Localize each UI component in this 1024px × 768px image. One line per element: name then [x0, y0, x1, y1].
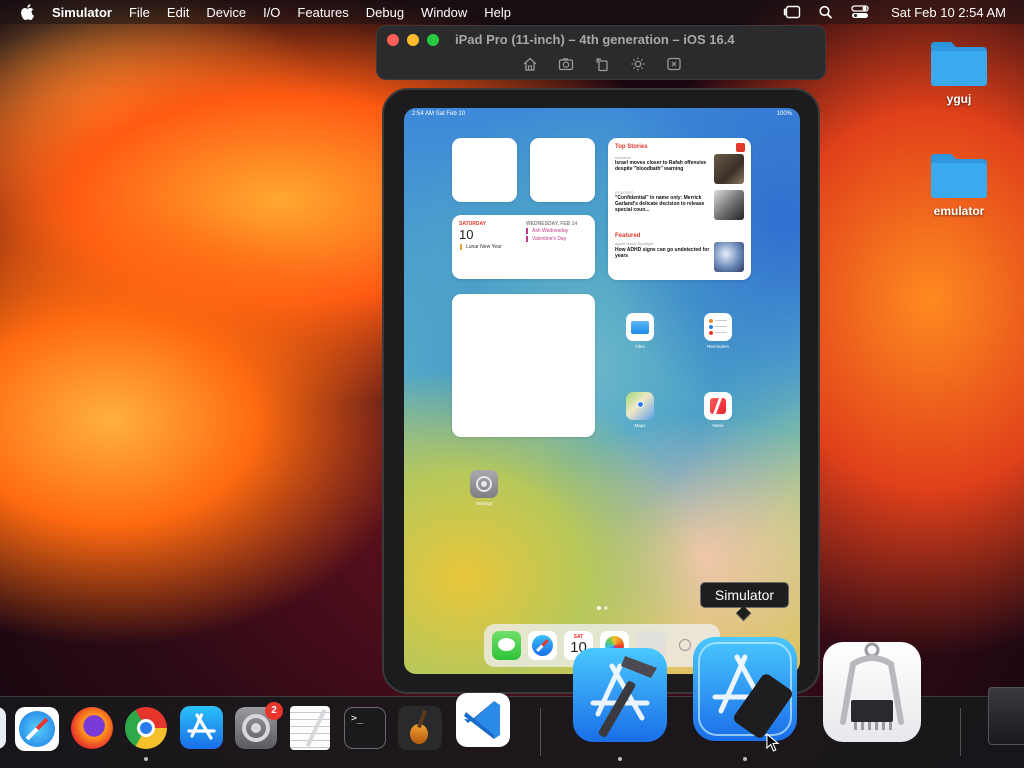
stage-manager-icon[interactable]	[783, 5, 801, 19]
system-information-icon[interactable]	[823, 642, 921, 742]
folder-name[interactable]: yguj	[919, 92, 999, 106]
news-logo-icon	[736, 143, 745, 152]
calendar-widget[interactable]: SATURDAY 10 Lunar New Year WEDNESDAY, FE…	[452, 215, 595, 279]
news-featured-headline[interactable]: How ADHD signs can go undetected for yea…	[615, 247, 711, 259]
app-store-icon[interactable]	[180, 706, 223, 749]
safari-icon[interactable]	[528, 631, 557, 660]
dock-separator	[540, 708, 541, 756]
app-label: Settings	[475, 501, 493, 506]
simulator-icon[interactable]	[693, 637, 797, 741]
running-indicator	[743, 757, 747, 761]
empty-widget-large[interactable]	[452, 294, 595, 437]
app-maps[interactable]: Maps	[610, 392, 670, 428]
running-indicator	[144, 757, 148, 761]
menu-bar: Simulator File Edit Device I/O Features …	[0, 0, 1024, 24]
calendar-next-event: Valentine's Day	[526, 236, 566, 242]
terminal-icon[interactable]: >_	[344, 707, 386, 749]
simulator-toolbar[interactable]: iPad Pro (11-inch) – 4th generation – iO…	[376, 25, 826, 80]
desktop-folder[interactable]: yguj	[919, 38, 999, 106]
app-label: Maps	[634, 423, 646, 428]
zoom-window-button[interactable]	[427, 34, 439, 46]
textedit-icon[interactable]	[290, 706, 330, 750]
empty-widget-small[interactable]	[452, 138, 517, 202]
settings-gear-icon	[470, 470, 498, 498]
safari-icon[interactable]	[15, 707, 59, 751]
folder-icon	[931, 42, 987, 86]
news-story-thumbnail	[714, 190, 744, 220]
menu-device[interactable]: Device	[206, 5, 246, 20]
news-featured-source: Apple News Spotlight	[615, 241, 654, 246]
spotlight-search-icon[interactable]	[817, 5, 835, 19]
chrome-icon[interactable]	[125, 707, 167, 749]
calendar-event: Lunar New Year	[460, 244, 502, 250]
apple-menu-icon[interactable]	[20, 4, 34, 20]
menu-help[interactable]: Help	[484, 5, 511, 20]
empty-widget-small[interactable]	[530, 138, 595, 202]
app-news[interactable]: News	[688, 392, 748, 428]
appearance-icon[interactable]	[630, 56, 646, 72]
minimize-window-button[interactable]	[407, 34, 419, 46]
menu-file[interactable]: File	[129, 5, 150, 20]
menu-app-name[interactable]: Simulator	[52, 5, 112, 20]
downloads-stack-icon[interactable]	[988, 687, 1024, 745]
news-story-headline[interactable]: Israel moves closer to Rafah offensive d…	[615, 160, 711, 172]
app-label: Files	[635, 344, 645, 349]
news-widget-header: Top Stories	[615, 144, 648, 150]
firefox-icon[interactable]	[71, 707, 113, 749]
screenshot-icon[interactable]	[558, 56, 574, 72]
xcode-icon[interactable]	[573, 648, 667, 742]
messages-icon[interactable]	[492, 631, 521, 660]
reminders-icon	[704, 313, 732, 341]
command-key-icon[interactable]	[666, 56, 682, 72]
running-indicator	[618, 757, 622, 761]
menu-edit[interactable]: Edit	[167, 5, 189, 20]
desktop-folder[interactable]: emulator	[919, 150, 999, 218]
menu-debug[interactable]: Debug	[366, 5, 404, 20]
finder-icon[interactable]	[0, 707, 6, 749]
menu-io[interactable]: I/O	[263, 5, 280, 20]
ios-status-time: 2:54 AM Sat Feb 10	[412, 111, 466, 117]
mouse-cursor-icon	[766, 733, 779, 752]
page-indicator[interactable]	[597, 606, 608, 610]
dock-tooltip: Simulator	[700, 582, 789, 608]
simulator-device-title: iPad Pro (11-inch) – 4th generation – iO…	[455, 32, 735, 47]
news-story-thumbnail	[714, 154, 744, 184]
menu-window[interactable]: Window	[421, 5, 467, 20]
ios-status-battery: 100%	[776, 111, 792, 117]
news-story-headline[interactable]: "Confidential" in name only: Merrick Gar…	[615, 195, 711, 213]
dock-separator	[960, 708, 961, 756]
calendar-next-day-label: WEDNESDAY, FEB 14	[526, 221, 578, 227]
page-dot[interactable]	[597, 606, 601, 610]
app-label: News	[712, 423, 724, 428]
home-icon[interactable]	[522, 56, 538, 72]
control-center-icon[interactable]	[851, 5, 869, 19]
recent-app-icon[interactable]	[679, 639, 691, 651]
folder-name[interactable]: emulator	[919, 204, 999, 218]
news-featured-label: Featured	[615, 233, 641, 239]
menu-features[interactable]: Features	[297, 5, 348, 20]
files-icon	[626, 313, 654, 341]
folder-icon	[931, 154, 987, 198]
news-widget[interactable]: Top Stories nbcnews Israel moves closer …	[608, 138, 751, 280]
notification-badge: 2	[265, 702, 283, 720]
news-icon	[704, 392, 732, 420]
maps-icon	[626, 392, 654, 420]
vscode-icon[interactable]	[456, 693, 510, 747]
app-reminders[interactable]: Reminders	[688, 313, 748, 349]
ios-status-bar: 2:54 AM Sat Feb 10 100%	[412, 111, 792, 119]
calendar-next-event: Ash Wednesday	[526, 228, 568, 234]
app-label: Reminders	[707, 344, 729, 349]
rotate-icon[interactable]	[594, 56, 610, 72]
app-settings[interactable]: Settings	[454, 470, 514, 506]
page-dot[interactable]	[604, 606, 608, 610]
close-window-button[interactable]	[387, 34, 399, 46]
menu-clock[interactable]: Sat Feb 10 2:54 AM	[891, 5, 1006, 20]
garageband-icon[interactable]	[398, 706, 442, 750]
app-files[interactable]: Files	[610, 313, 670, 349]
calendar-date: 10	[459, 227, 474, 242]
news-featured-thumbnail	[714, 242, 744, 272]
